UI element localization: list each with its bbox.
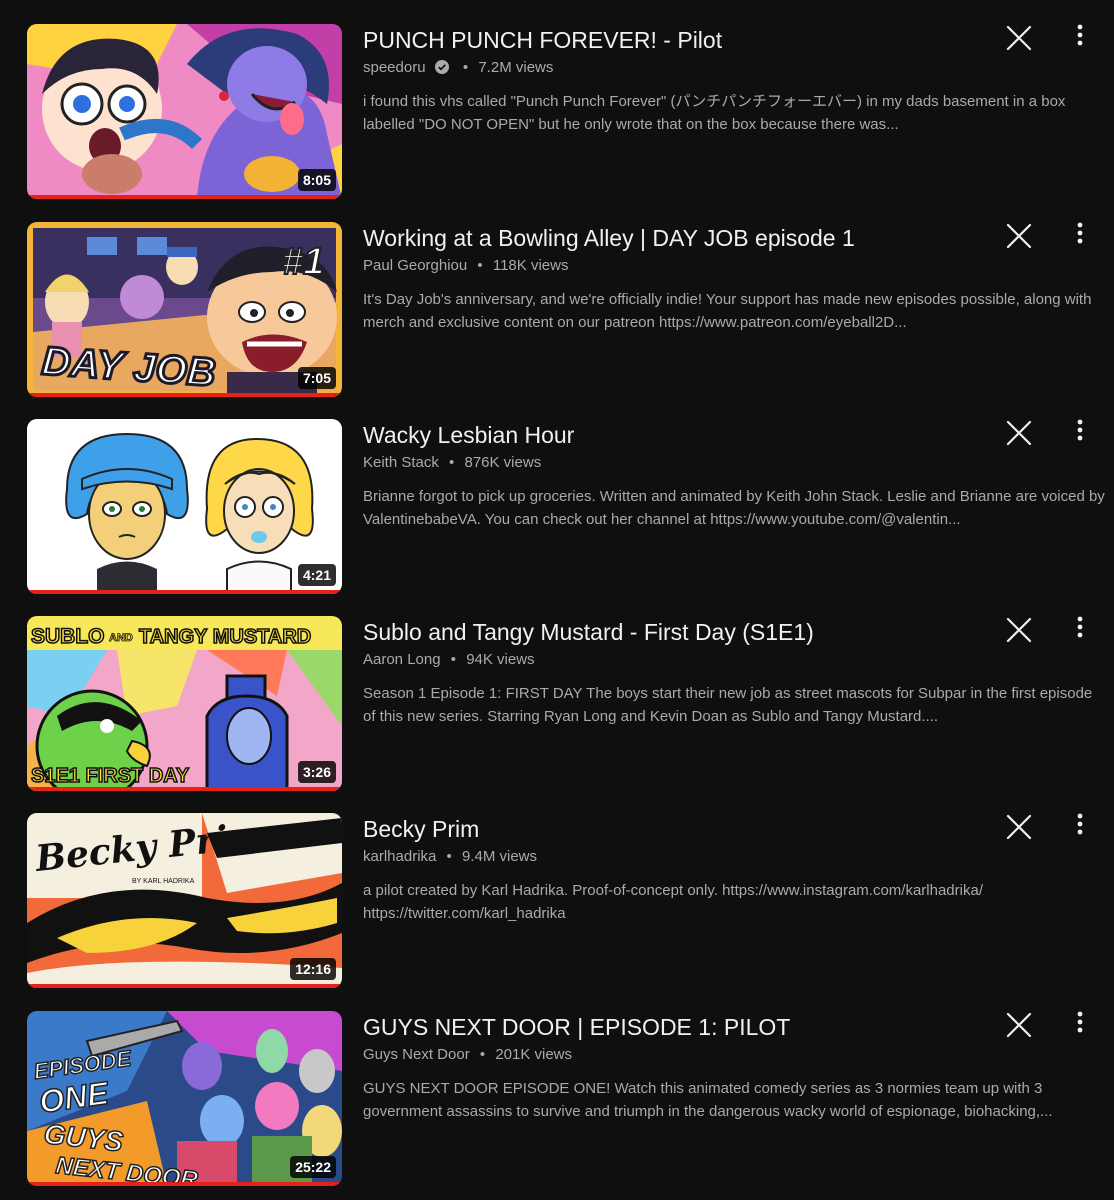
meta-separator: • — [479, 1046, 486, 1063]
video-thumbnail[interactable]: 4:21 — [27, 419, 342, 594]
video-item: EPISODE ONE GUYS NEXT DOOR 25:22 GUYS NE… — [0, 987, 1114, 1186]
channel-name[interactable]: Paul Georghiou — [363, 257, 467, 274]
video-title[interactable]: Working at a Bowling Alley | DAY JOB epi… — [363, 223, 855, 253]
video-title[interactable]: PUNCH PUNCH FOREVER! - Pilot — [363, 25, 722, 55]
video-thumbnail[interactable]: Becky Prim BY KARL HADRIKA 12:16 — [27, 813, 342, 988]
video-info: Becky Prim karlhadrika • 9.4M views a pi… — [363, 813, 1108, 925]
video-meta: speedoru • 7.2M views — [363, 57, 1108, 79]
punch-punch-forever-thumbnail — [27, 24, 342, 199]
more-actions-button[interactable] — [1066, 220, 1094, 250]
duration-badge: 7:05 — [297, 367, 336, 389]
video-meta: karlhadrika • 9.4M views — [363, 846, 1108, 868]
view-count: 7.2M views — [478, 59, 554, 76]
video-thumbnail[interactable]: 8:05 — [27, 24, 342, 199]
video-item: #1 DAY JOB 7:05 Working at a Bowling All… — [0, 198, 1114, 397]
more-vert-icon — [1077, 419, 1083, 441]
thumbnail-text: SUBLO — [31, 625, 105, 648]
video-thumbnail[interactable]: EPISODE ONE GUYS NEXT DOOR 25:22 — [27, 1011, 342, 1186]
duration-badge: 4:21 — [297, 564, 336, 586]
close-icon — [1006, 814, 1032, 840]
video-description: Season 1 Episode 1: FIRST DAY The boys s… — [363, 685, 1093, 725]
view-count: 876K views — [464, 454, 542, 471]
video-title[interactable]: GUYS NEXT DOOR | EPISODE 1: PILOT — [363, 1012, 790, 1042]
close-icon — [1006, 25, 1032, 51]
more-actions-button[interactable] — [1066, 417, 1094, 447]
channel-name[interactable]: Aaron Long — [363, 651, 441, 668]
close-icon — [1006, 617, 1032, 643]
close-icon — [1006, 420, 1032, 446]
video-description: It's Day Job's anniversary, and we're of… — [363, 291, 1092, 331]
video-info: PUNCH PUNCH FOREVER! - Pilot speedoru • … — [363, 24, 1108, 136]
video-thumbnail[interactable]: #1 DAY JOB 7:05 — [27, 222, 342, 397]
view-count: 9.4M views — [461, 848, 538, 865]
channel-name[interactable]: Keith Stack — [363, 454, 439, 471]
video-item: Becky Prim BY KARL HADRIKA 12:16 Becky P… — [0, 789, 1114, 988]
more-vert-icon — [1077, 222, 1083, 244]
video-item: SUBLO AND TANGY MUSTARD S1E1 FIRST DAY 3… — [0, 592, 1114, 791]
duration-badge: 8:05 — [297, 169, 336, 191]
remove-button[interactable] — [1003, 1009, 1035, 1041]
meta-separator: • — [450, 651, 457, 668]
duration-badge: 25:22 — [290, 1156, 336, 1178]
more-actions-button[interactable] — [1066, 811, 1094, 841]
video-title[interactable]: Becky Prim — [363, 814, 479, 844]
video-meta: Aaron Long • 94K views — [363, 649, 1108, 671]
thumbnail-text: AND — [109, 632, 133, 644]
video-description: GUYS NEXT DOOR EPISODE ONE! Watch this a… — [363, 1080, 1053, 1120]
video-description: a pilot created by Karl Hadrika. Proof-o… — [363, 882, 983, 922]
video-title[interactable]: Sublo and Tangy Mustard - First Day (S1E… — [363, 617, 814, 647]
thumbnail-text: S1E1 FIRST DAY — [31, 765, 190, 787]
more-actions-button[interactable] — [1066, 614, 1094, 644]
thumbnail-text: #1 — [282, 241, 324, 283]
video-thumbnail[interactable]: SUBLO AND TANGY MUSTARD S1E1 FIRST DAY 3… — [27, 616, 342, 791]
meta-separator: • — [446, 848, 452, 865]
more-vert-icon — [1077, 813, 1083, 835]
remove-button[interactable] — [1003, 614, 1035, 646]
watched-progress-bar — [27, 1182, 342, 1186]
video-item: 4:21 Wacky Lesbian Hour Keith Stack • 87… — [0, 395, 1114, 594]
video-item: 8:05 PUNCH PUNCH FOREVER! - Pilot speedo… — [0, 0, 1114, 199]
channel-name[interactable]: speedoru — [363, 59, 426, 76]
video-meta: Paul Georghiou • 118K views — [363, 255, 1108, 277]
remove-button[interactable] — [1003, 811, 1035, 843]
view-count: 118K views — [492, 257, 569, 274]
duration-badge: 12:16 — [290, 958, 336, 980]
duration-badge: 3:26 — [297, 761, 336, 783]
channel-name[interactable]: Guys Next Door — [363, 1046, 470, 1063]
video-info: Working at a Bowling Alley | DAY JOB epi… — [363, 222, 1108, 334]
more-vert-icon — [1077, 1011, 1083, 1033]
wacky-lesbian-hour-thumbnail — [27, 419, 342, 594]
day-job-thumbnail: #1 DAY JOB — [27, 222, 342, 397]
thumbnail-text: TANGY MUSTARD — [139, 626, 311, 648]
meta-separator: • — [449, 454, 455, 471]
video-info: Sublo and Tangy Mustard - First Day (S1E… — [363, 616, 1108, 728]
more-vert-icon — [1077, 24, 1083, 46]
remove-button[interactable] — [1003, 220, 1035, 252]
view-count: 201K views — [495, 1046, 573, 1063]
more-actions-button[interactable] — [1066, 22, 1094, 52]
close-icon — [1006, 223, 1032, 249]
sublo-tangy-mustard-thumbnail: SUBLO AND TANGY MUSTARD S1E1 FIRST DAY — [27, 616, 342, 791]
channel-name[interactable]: karlhadrika — [363, 848, 436, 865]
more-vert-icon — [1077, 616, 1083, 638]
thumbnail-text: BY KARL HADRIKA — [132, 878, 195, 885]
more-actions-button[interactable] — [1066, 1009, 1094, 1039]
close-icon — [1006, 1012, 1032, 1038]
meta-separator: • — [462, 59, 469, 76]
meta-separator: • — [477, 257, 483, 274]
remove-button[interactable] — [1003, 417, 1035, 449]
remove-button[interactable] — [1003, 22, 1035, 54]
view-count: 94K views — [466, 651, 535, 668]
video-meta: Guys Next Door • 201K views — [363, 1044, 1108, 1066]
video-description: Brianne forgot to pick up groceries. Wri… — [363, 488, 1105, 528]
video-info: Wacky Lesbian Hour Keith Stack • 876K vi… — [363, 419, 1108, 531]
video-info: GUYS NEXT DOOR | EPISODE 1: PILOT Guys N… — [363, 1011, 1108, 1123]
video-meta: Keith Stack • 876K views — [363, 452, 1108, 474]
video-description: i found this vhs called "Punch Punch For… — [363, 93, 1066, 133]
video-title[interactable]: Wacky Lesbian Hour — [363, 420, 574, 450]
verified-check-icon — [434, 60, 449, 74]
